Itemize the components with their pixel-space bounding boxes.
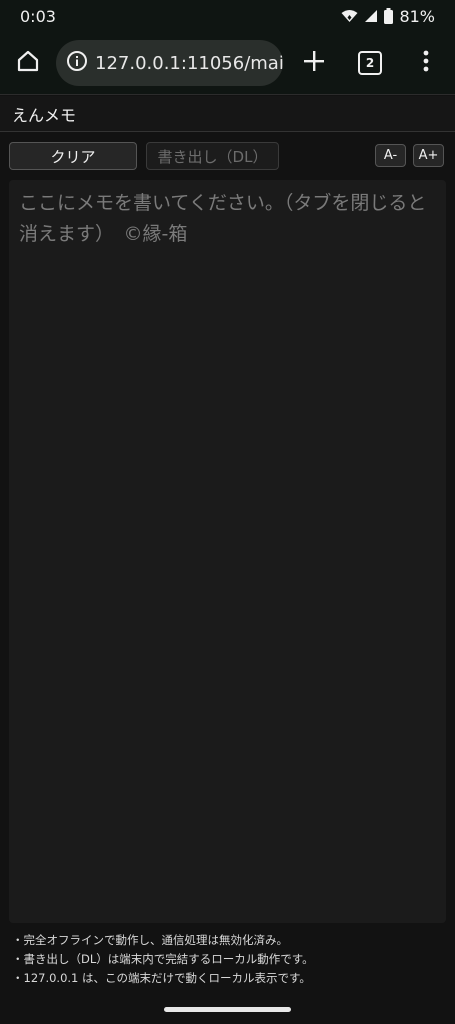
gesture-home-bar[interactable] <box>164 1007 291 1012</box>
memo-toolbar: クリア 書き出し（DL） A- A+ <box>0 133 455 175</box>
font-decrease-button[interactable]: A- <box>375 144 406 167</box>
tab-switcher-button[interactable]: 2 <box>342 35 398 91</box>
signal-icon <box>364 9 378 23</box>
status-icons: 81% <box>341 7 435 26</box>
info-icon[interactable] <box>66 50 88 76</box>
export-button[interactable]: 書き出し（DL） <box>146 142 279 170</box>
url-text[interactable]: 127.0.0.1:11056/main/0 <box>95 53 283 74</box>
note-item: ・127.0.0.1 は、この端末だけで動くローカル表示です。 <box>12 971 311 985</box>
home-button[interactable] <box>0 35 56 91</box>
note-item: ・書き出し（DL）は端末内で完結するローカル動作です。 <box>12 952 314 966</box>
battery-percent: 81% <box>399 6 435 26</box>
address-bar[interactable]: 127.0.0.1:11056/main/0 <box>56 40 283 86</box>
more-vert-icon <box>423 50 429 76</box>
status-bar: 0:03 81% <box>0 0 455 32</box>
status-time: 0:03 <box>20 6 56 26</box>
home-icon <box>16 49 40 77</box>
browser-toolbar: 127.0.0.1:11056/main/0 2 <box>0 32 455 95</box>
plus-icon <box>303 50 325 76</box>
battery-icon <box>384 8 394 24</box>
page-title: えんメモ <box>12 105 77 125</box>
app-header: えんメモ <box>0 96 455 132</box>
new-tab-button[interactable] <box>286 35 342 91</box>
info-notes: ・完全オフラインで動作し、通信処理は無効化済み。 ・書き出し（DL）は端末内で完… <box>12 931 447 988</box>
font-increase-button[interactable]: A+ <box>413 144 444 167</box>
memo-placeholder: ここにメモを書いてください。（タブを閉じると消えます） ©縁-箱 <box>19 192 427 245</box>
tab-count: 2 <box>358 51 382 75</box>
note-item: ・完全オフラインで動作し、通信処理は無効化済み。 <box>12 933 288 947</box>
browser-menu-button[interactable] <box>398 35 454 91</box>
clear-button[interactable]: クリア <box>9 142 137 170</box>
memo-textarea[interactable]: ここにメモを書いてください。（タブを閉じると消えます） ©縁-箱 <box>9 180 446 923</box>
wifi-icon <box>341 9 358 23</box>
